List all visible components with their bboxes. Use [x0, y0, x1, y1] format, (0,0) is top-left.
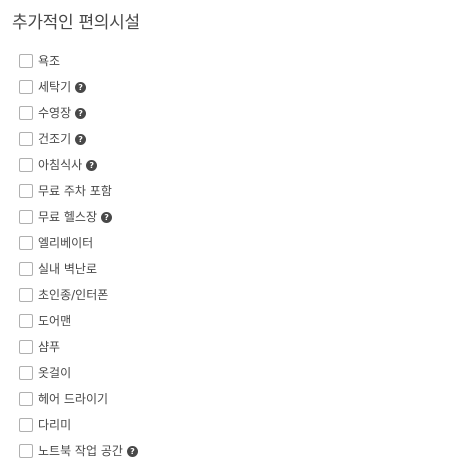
- amenity-checkbox[interactable]: [19, 106, 33, 120]
- amenity-option[interactable]: 헤어 드라이기: [19, 386, 138, 412]
- amenity-label[interactable]: 무료 헬스장: [38, 210, 97, 224]
- amenity-option[interactable]: 도어맨: [19, 308, 138, 334]
- amenity-checkbox[interactable]: [19, 288, 33, 302]
- amenity-label[interactable]: 엘리베이터: [38, 236, 93, 250]
- amenity-label[interactable]: 헤어 드라이기: [38, 392, 108, 406]
- amenity-label[interactable]: 샴푸: [38, 340, 60, 354]
- amenity-label[interactable]: 세탁기: [38, 80, 71, 94]
- amenity-option[interactable]: 엘리베이터: [19, 230, 138, 256]
- amenity-label[interactable]: 아침식사: [38, 158, 82, 172]
- question-circle-icon[interactable]: ?: [126, 445, 138, 457]
- question-circle-icon[interactable]: ?: [75, 81, 87, 93]
- amenity-checkbox[interactable]: [19, 262, 33, 276]
- amenity-option[interactable]: 샴푸: [19, 334, 138, 360]
- amenity-checkbox[interactable]: [19, 392, 33, 406]
- amenity-option[interactable]: 옷걸이: [19, 360, 138, 386]
- amenity-checkbox[interactable]: [19, 236, 33, 250]
- amenity-option[interactable]: 건조기?: [19, 126, 138, 152]
- amenity-label[interactable]: 실내 벽난로: [38, 262, 97, 276]
- amenity-checkbox[interactable]: [19, 340, 33, 354]
- amenity-checkbox[interactable]: [19, 132, 33, 146]
- section-title: 추가적인 편의시설: [12, 13, 140, 33]
- amenity-label[interactable]: 도어맨: [38, 314, 71, 328]
- amenity-option[interactable]: 노트북 작업 공간?: [19, 438, 138, 464]
- amenity-option[interactable]: 다리미: [19, 412, 138, 438]
- amenity-label[interactable]: 노트북 작업 공간: [38, 444, 123, 458]
- amenity-checkbox[interactable]: [19, 184, 33, 198]
- amenity-label[interactable]: 초인종/인터폰: [38, 288, 108, 302]
- amenity-option[interactable]: 실내 벽난로: [19, 256, 138, 282]
- amenity-option[interactable]: 욕조: [19, 48, 138, 74]
- amenity-checkbox[interactable]: [19, 158, 33, 172]
- amenity-option[interactable]: 초인종/인터폰: [19, 282, 138, 308]
- amenity-checkbox[interactable]: [19, 314, 33, 328]
- amenity-label[interactable]: 다리미: [38, 418, 71, 432]
- amenity-option[interactable]: 수영장?: [19, 100, 138, 126]
- amenity-label[interactable]: 수영장: [38, 106, 71, 120]
- question-circle-icon[interactable]: ?: [101, 211, 113, 223]
- question-circle-icon[interactable]: ?: [75, 107, 87, 119]
- question-circle-icon[interactable]: ?: [86, 159, 98, 171]
- amenity-checkbox-list: 욕조 세탁기? 수영장? 건조기? 아침식사? 무료 주차 포함 무료 헬스장? 엘리베이터 실…: [19, 48, 138, 464]
- amenity-checkbox[interactable]: [19, 444, 33, 458]
- amenity-label[interactable]: 옷걸이: [38, 366, 71, 380]
- amenity-option[interactable]: 무료 주차 포함: [19, 178, 138, 204]
- amenity-label[interactable]: 욕조: [38, 54, 60, 68]
- amenity-checkbox[interactable]: [19, 366, 33, 380]
- amenity-option[interactable]: 아침식사?: [19, 152, 138, 178]
- amenities-panel: 추가적인 편의시설 욕조 세탁기? 수영장? 건조기? 아침식사? 무료 주차 포함 무료 …: [0, 0, 466, 475]
- amenity-checkbox[interactable]: [19, 418, 33, 432]
- amenity-checkbox[interactable]: [19, 80, 33, 94]
- amenity-label[interactable]: 무료 주차 포함: [38, 184, 112, 198]
- amenity-option[interactable]: 세탁기?: [19, 74, 138, 100]
- amenity-checkbox[interactable]: [19, 210, 33, 224]
- amenity-checkbox[interactable]: [19, 54, 33, 68]
- amenity-label[interactable]: 건조기: [38, 132, 71, 146]
- question-circle-icon[interactable]: ?: [75, 133, 87, 145]
- amenity-option[interactable]: 무료 헬스장?: [19, 204, 138, 230]
